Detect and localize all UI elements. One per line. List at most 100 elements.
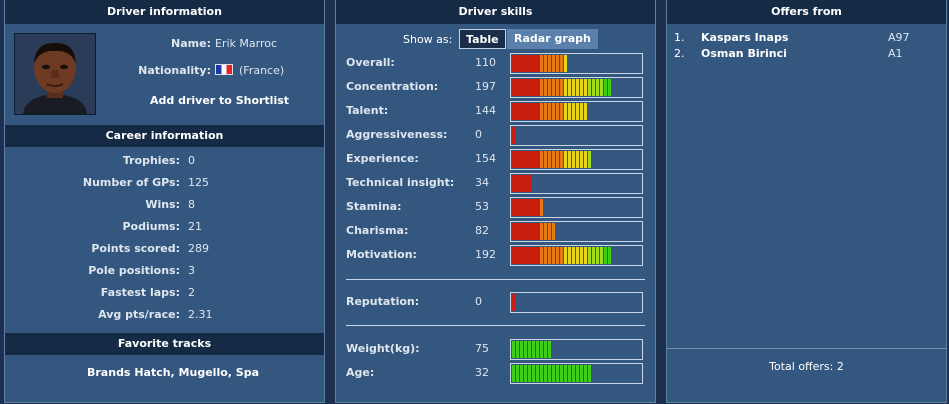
bar-segment: [544, 341, 547, 358]
career-row: Podiums:: [5, 219, 180, 235]
bar-segment: [524, 341, 527, 358]
bar-segment: [536, 223, 539, 240]
skill-technicalinsight-row: Technical insight: 34: [346, 173, 652, 195]
skill-concentration-label: Concentration:: [346, 80, 439, 93]
bar-segment: [552, 55, 555, 72]
bar-segment: [592, 247, 595, 264]
skill-technicalinsight-bar: [510, 173, 643, 194]
bar-segment: [556, 79, 559, 96]
skill-reputation-value: 0: [475, 295, 482, 308]
bar-segment: [512, 79, 515, 96]
skill-concentration-bar: [510, 77, 643, 98]
skill-weightkg-bar: [510, 339, 643, 360]
offer-number: 2.: [674, 47, 685, 60]
bar-segment: [544, 151, 547, 168]
skill-age-label: Age:: [346, 366, 375, 379]
career-info-header: Career information: [5, 125, 324, 147]
bar-segment: [536, 103, 539, 120]
skill-overall-bar: [510, 53, 643, 74]
bar-segment: [564, 365, 567, 382]
bar-segment: [540, 223, 543, 240]
radar-graph-button[interactable]: Radar graph: [507, 29, 598, 49]
bar-segment: [608, 247, 611, 264]
offer-number: 1.: [674, 31, 685, 44]
bar-segment: [608, 79, 611, 96]
bar-segment: [576, 151, 579, 168]
bar-segment: [532, 55, 535, 72]
bar-segment: [520, 175, 523, 192]
skills-divider-2: [346, 325, 645, 326]
career-stat-value: 2.31: [188, 308, 213, 321]
bar-segment: [532, 247, 535, 264]
bar-segment: [552, 247, 555, 264]
skill-technicalinsight-bar-fill: [512, 175, 531, 192]
skill-experience-value: 154: [475, 152, 496, 165]
bar-segment: [532, 223, 535, 240]
skill-stamina-label: Stamina:: [346, 200, 402, 213]
skill-experience-row: Experience: 154: [346, 149, 652, 171]
bar-segment: [576, 365, 579, 382]
name-label: Name:: [171, 37, 211, 50]
career-stat-label: Fastest laps:: [100, 286, 180, 299]
bar-segment: [536, 341, 539, 358]
skill-weightkg-row: Weight(kg): 75: [346, 339, 652, 361]
bar-segment: [604, 247, 607, 264]
table-view-button[interactable]: Table: [459, 29, 506, 49]
bar-segment: [532, 365, 535, 382]
bar-segment: [512, 151, 515, 168]
career-value-wrap: 125: [180, 175, 280, 191]
bar-segment: [528, 55, 531, 72]
bar-segment: [580, 103, 583, 120]
bar-segment: [540, 151, 543, 168]
bar-segment: [568, 151, 571, 168]
skill-age-row: Age: 32: [346, 363, 652, 385]
bar-segment: [580, 79, 583, 96]
bar-segment: [524, 79, 527, 96]
skill-overall-label: Overall:: [346, 56, 395, 69]
career-stat-label: Pole positions:: [88, 264, 180, 277]
career-stat-value: 289: [188, 242, 209, 255]
bar-segment: [548, 151, 551, 168]
bar-segment: [528, 175, 531, 192]
bar-segment: [540, 103, 543, 120]
career-value-wrap: 21: [180, 219, 280, 235]
skill-charisma-row: Charisma: 82: [346, 221, 652, 243]
career-value-wrap: 8: [180, 197, 280, 213]
bar-segment: [580, 247, 583, 264]
career-stat-value: 3: [188, 264, 195, 277]
bar-segment: [556, 55, 559, 72]
bar-segment: [604, 79, 607, 96]
career-row: Trophies:: [5, 153, 180, 169]
career-stat-label: Points scored:: [91, 242, 180, 255]
bar-segment: [516, 365, 519, 382]
add-to-shortlist-link[interactable]: Add driver to Shortlist: [150, 94, 289, 107]
bar-segment: [544, 55, 547, 72]
offer-manager-link[interactable]: Kaspars Inaps: [701, 31, 788, 45]
career-stat-value: 0: [188, 154, 195, 167]
bar-segment: [520, 223, 523, 240]
name-value-wrap: Erik Marroc: [207, 36, 317, 52]
skill-weightkg-label: Weight(kg):: [346, 342, 420, 355]
bar-segment: [524, 247, 527, 264]
bar-segment: [544, 79, 547, 96]
offer-row: 2. Osman Birinci A1: [674, 47, 939, 61]
offer-manager-link[interactable]: Osman Birinci: [701, 47, 787, 61]
skills-divider-1: [346, 279, 645, 280]
bar-segment: [524, 151, 527, 168]
bar-segment: [532, 79, 535, 96]
bar-segment: [516, 341, 519, 358]
skill-overall-value: 110: [475, 56, 496, 69]
skill-technicalinsight-label: Technical insight:: [346, 176, 455, 189]
skill-age-value: 32: [475, 366, 489, 379]
bar-segment: [536, 199, 539, 216]
bar-segment: [528, 341, 531, 358]
skill-charisma-label: Charisma:: [346, 224, 409, 237]
bar-segment: [536, 151, 539, 168]
bar-segment: [524, 175, 527, 192]
bar-segment: [516, 175, 519, 192]
skill-concentration-row: Concentration: 197: [346, 77, 652, 99]
bar-segment: [516, 223, 519, 240]
bar-segment: [556, 247, 559, 264]
nationality-label: Nationality:: [138, 64, 211, 77]
bar-segment: [548, 341, 551, 358]
